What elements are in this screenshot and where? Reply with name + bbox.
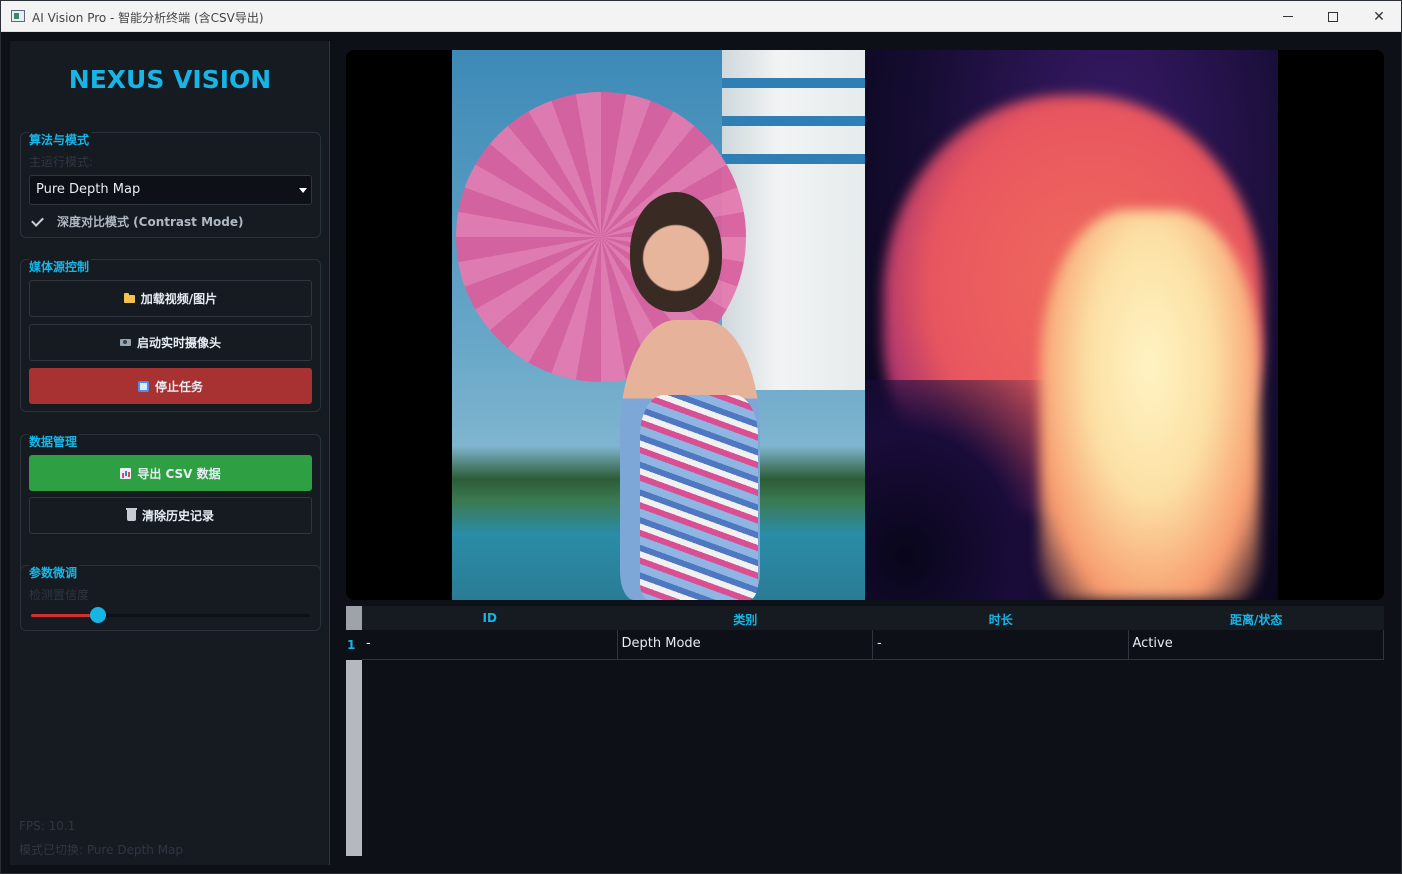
stand-stripe	[722, 78, 865, 88]
table-cell[interactable]: -	[362, 630, 618, 659]
column-header-category[interactable]: 类别	[618, 606, 874, 630]
params-group: 参数微调 检测置信度	[20, 564, 321, 631]
contrast-mode-label: 深度对比模式 (Contrast Mode)	[57, 214, 244, 229]
brand-title: NEXUS VISION	[68, 65, 272, 94]
stand-stripe	[722, 154, 865, 164]
load-media-button[interactable]: 加载视频/图片	[29, 280, 312, 317]
maximize-button[interactable]	[1310, 1, 1356, 32]
confidence-slider-thumb[interactable]	[89, 607, 106, 623]
mode-select-value: Pure Depth Map	[36, 182, 141, 197]
mode-select[interactable]: Pure Depth Map	[29, 175, 312, 205]
depth-dark-region	[865, 380, 1065, 600]
contrast-mode-checkbox[interactable]: 深度对比模式 (Contrast Mode)	[31, 212, 243, 230]
app-window: AI Vision Pro - 智能分析终端 (含CSV导出) ✕ NEXUS …	[0, 0, 1402, 874]
minimize-icon	[1283, 16, 1293, 17]
chevron-down-icon	[299, 188, 307, 193]
export-csv-button[interactable]: 导出 CSV 数据	[29, 455, 312, 491]
mode-status: 模式已切换: Pure Depth Map	[19, 843, 184, 857]
column-header-duration[interactable]: 时长	[873, 606, 1129, 630]
app-icon	[11, 10, 25, 22]
bar-chart-icon	[120, 467, 132, 479]
load-media-label: 加载视频/图片	[140, 292, 218, 306]
clear-history-label: 清除历史记录	[141, 509, 214, 523]
params-group-title: 参数微调	[29, 564, 80, 581]
table-corner[interactable]	[346, 606, 362, 630]
algorithm-group-title: 算法与模式	[29, 131, 92, 148]
maximize-icon	[1328, 11, 1338, 22]
table-row[interactable]: - Depth Mode - Active	[362, 630, 1384, 660]
folder-icon	[123, 292, 135, 303]
title-bar: AI Vision Pro - 智能分析终端 (含CSV导出) ✕	[1, 1, 1401, 32]
table-header: ID 类别 时长 距离/状态	[362, 606, 1384, 630]
stop-task-label: 停止任务	[154, 379, 203, 394]
fps-status: FPS: 10.1	[19, 819, 76, 833]
table-cell[interactable]: -	[873, 630, 1129, 659]
confidence-label: 检测置信度	[29, 588, 90, 602]
source-image	[452, 50, 865, 600]
camera-icon	[119, 339, 131, 346]
results-table: ID 类别 时长 距离/状态 1 - Depth Mode - Active	[346, 606, 1384, 856]
minimize-button[interactable]	[1265, 1, 1311, 32]
stop-icon	[137, 380, 149, 392]
depth-map-image	[865, 50, 1278, 600]
row-header[interactable]: 1	[346, 630, 362, 660]
person-head	[630, 192, 722, 312]
confidence-slider[interactable]	[31, 607, 310, 623]
stop-task-button[interactable]: 停止任务	[29, 368, 312, 404]
column-header-id[interactable]: ID	[362, 606, 618, 630]
clear-history-button[interactable]: 清除历史记录	[29, 497, 312, 534]
depth-near-region	[1040, 210, 1260, 600]
media-group-title: 媒体源控制	[29, 258, 92, 275]
sidebar: NEXUS VISION 算法与模式 主运行模式: Pure Depth Map…	[10, 41, 330, 865]
table-cell[interactable]: Depth Mode	[618, 630, 873, 659]
start-camera-label: 启动实时摄像头	[136, 336, 221, 350]
algorithm-group: 算法与模式 主运行模式: Pure Depth Map 深度对比模式 (Cont…	[20, 131, 321, 238]
window-title: AI Vision Pro - 智能分析终端 (含CSV导出)	[32, 11, 264, 25]
mode-label: 主运行模式:	[29, 155, 94, 169]
start-camera-button[interactable]: 启动实时摄像头	[29, 324, 312, 361]
data-group: 数据管理 导出 CSV 数据 清除历史记录	[20, 433, 321, 575]
column-header-distance-status[interactable]: 距离/状态	[1129, 606, 1385, 630]
export-csv-label: 导出 CSV 数据	[137, 466, 221, 481]
row-header-column	[346, 630, 362, 856]
trash-icon	[125, 508, 137, 521]
table-cell[interactable]: Active	[1129, 630, 1384, 659]
swimsuit	[640, 395, 758, 600]
close-icon: ✕	[1373, 8, 1385, 25]
media-group: 媒体源控制 加载视频/图片 启动实时摄像头 停止任务	[20, 258, 321, 412]
close-button[interactable]: ✕	[1356, 1, 1402, 32]
stand-stripe	[722, 116, 865, 126]
checkmark-icon	[31, 214, 45, 228]
confidence-slider-fill	[31, 614, 98, 617]
media-viewer	[346, 50, 1384, 600]
data-group-title: 数据管理	[29, 433, 80, 450]
